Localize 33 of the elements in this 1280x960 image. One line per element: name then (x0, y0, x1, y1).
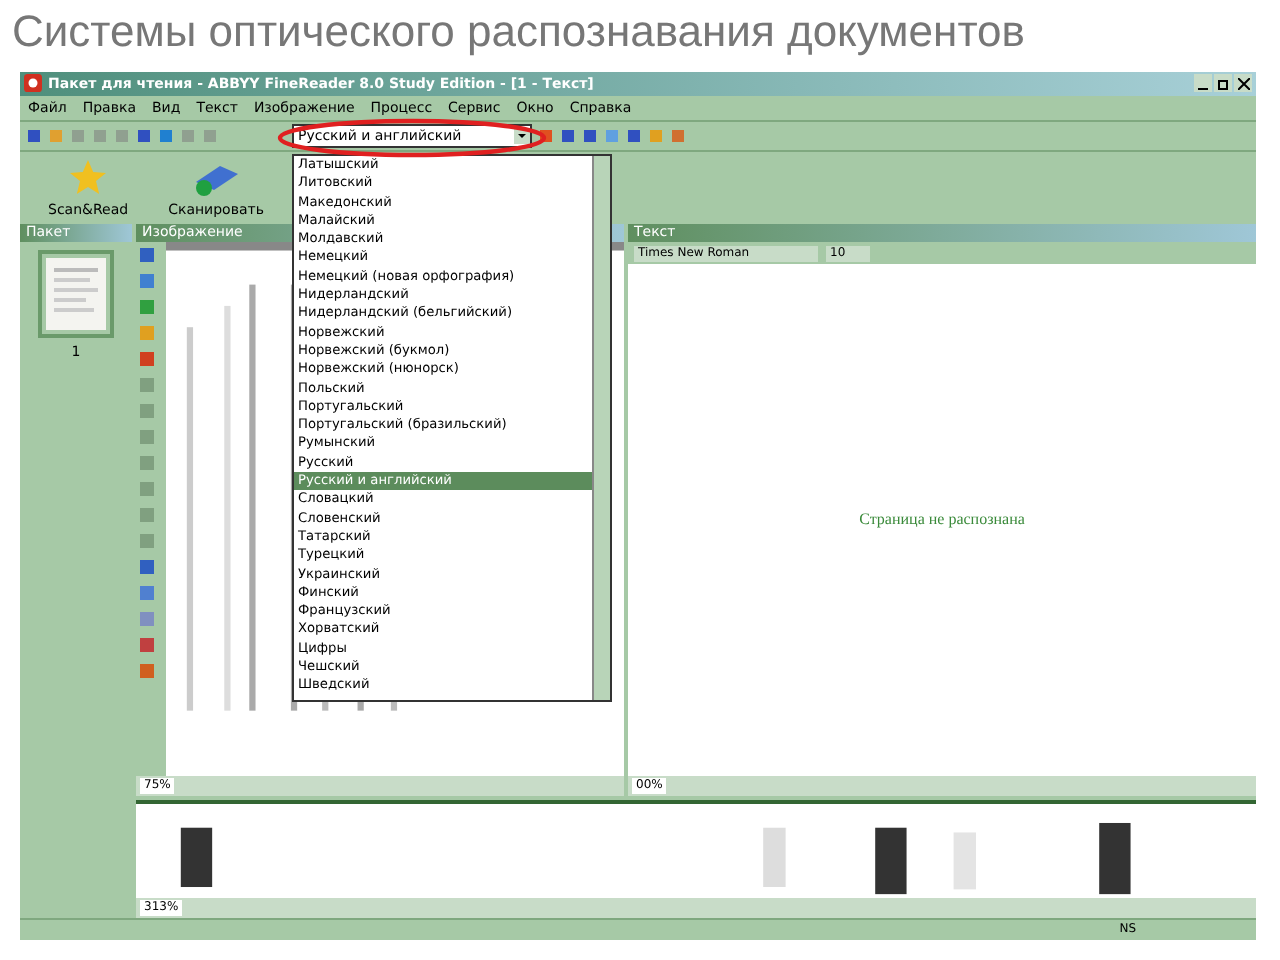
close-icon (1237, 77, 1249, 90)
tool-square-icon[interactable] (138, 480, 156, 499)
tool-square-icon[interactable] (138, 376, 156, 395)
toolbar-square-icon[interactable] (626, 127, 642, 144)
toolbar-square-icon[interactable] (582, 127, 598, 144)
tool-square-icon[interactable] (138, 350, 156, 369)
toolbar-square-icon[interactable] (158, 127, 174, 144)
tool-square-icon[interactable] (138, 428, 156, 447)
tool-square-icon[interactable] (138, 636, 156, 655)
tool-square-icon[interactable] (138, 558, 156, 577)
restore-button[interactable] (1214, 74, 1232, 93)
minimize-button[interactable] (1194, 74, 1212, 93)
page-thumbnail[interactable] (38, 250, 114, 339)
slide-title: Системы оптического распознавания документов (10, 4, 1027, 60)
status-message: Страница не распознана (859, 510, 1025, 529)
tool-square-icon[interactable] (138, 246, 156, 265)
tool-square-icon[interactable] (138, 532, 156, 551)
tool-square-icon[interactable] (138, 662, 156, 681)
app-icon (24, 74, 42, 93)
tool-square-icon[interactable] (138, 298, 156, 317)
tool-square-icon[interactable] (138, 454, 156, 473)
star-icon (68, 157, 109, 198)
toolbar-square-icon[interactable] (560, 127, 576, 144)
tool-square-icon[interactable] (138, 584, 156, 603)
tool-square-icon[interactable] (138, 402, 156, 421)
toolbar-square-icon[interactable] (136, 127, 152, 144)
toolbar-square-icon[interactable] (26, 127, 42, 144)
restore-icon (1217, 77, 1229, 90)
toolbar-square-icon[interactable] (670, 127, 686, 144)
tool-square-icon[interactable] (138, 610, 156, 629)
tool-square-icon[interactable] (138, 506, 156, 525)
close-button[interactable] (1234, 74, 1252, 93)
tool-square-icon[interactable] (138, 272, 156, 291)
